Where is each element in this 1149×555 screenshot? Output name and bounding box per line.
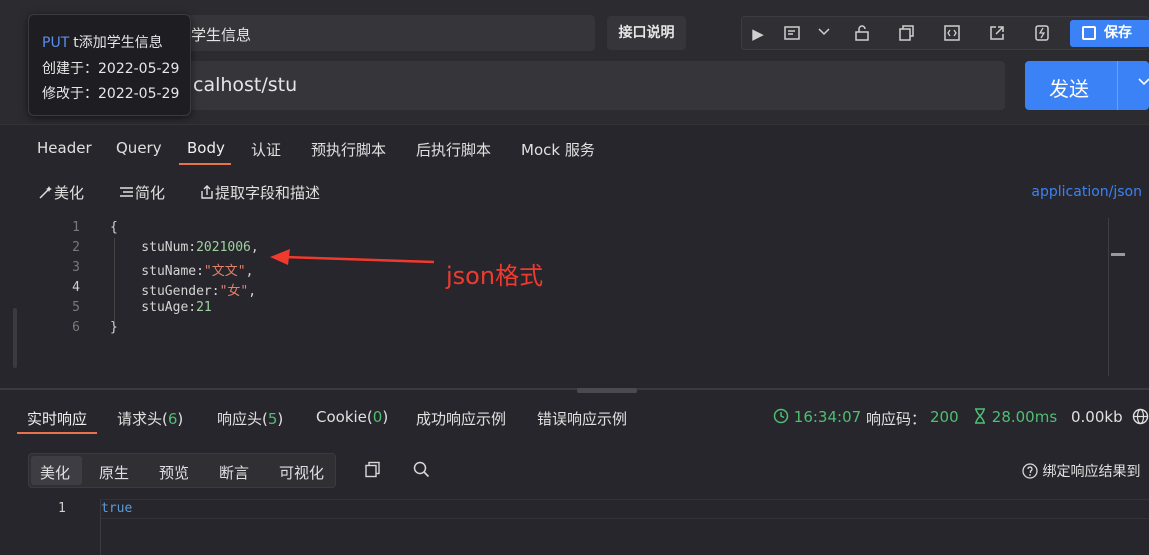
wand-icon [39,186,52,199]
view-visualize[interactable]: 可视化 [279,462,324,483]
view-preview[interactable]: 预览 [159,462,189,483]
tab-realtime-response[interactable]: 实时响应 [27,408,87,429]
content-type-link[interactable]: application/json [1031,184,1142,200]
send-label: 发送 [1049,77,1089,101]
doc-icon[interactable] [782,24,802,44]
editor-scrollbar[interactable] [1108,218,1125,376]
response-time: 16:34:07 [773,408,861,426]
active-tab-indicator [179,163,231,165]
code-line: stuNum:2021006, [110,240,259,255]
url-input[interactable]: calhost/stu [175,61,1005,110]
body-editor[interactable]: 1 2 3 4 5 6 { stuNum:2021006, stuName:"文… [0,212,1149,378]
extract-fields-button[interactable]: 提取字段和描述 [199,182,320,203]
tooltip-title: t添加学生信息 [73,35,163,51]
view-mode-bar: 美化 原生 预览 断言 可视化 [28,453,336,488]
splitter-handle[interactable] [577,388,637,393]
request-name-field[interactable]: 学生信息 [175,15,595,51]
code-line: stuName:"文文", [110,264,254,279]
view-raw[interactable]: 原生 [99,462,129,483]
code-line: { [110,220,118,235]
list-icon [120,187,133,197]
code-icon[interactable] [942,24,962,44]
save-icon [1082,26,1096,40]
response-duration: 28.00ms [973,408,1057,426]
search-icon[interactable] [413,461,430,482]
current-line-highlight [100,499,1149,519]
beautify-button[interactable]: 美化 [38,182,84,203]
tab-post-script[interactable]: 后执行脚本 [416,139,491,160]
line-number: 3 [72,260,80,275]
scrollbar-thumb[interactable] [1111,253,1125,256]
response-size: 0.00kb [1071,408,1123,426]
tooltip-created: 创建于：2022-05-29 [42,61,180,77]
request-toolbar: ▶ 保存 [741,16,1149,50]
line-number: 1 [72,220,80,235]
copy-icon[interactable] [897,24,917,44]
share-icon[interactable] [987,24,1007,44]
tab-auth[interactable]: 认证 [251,139,281,160]
simplify-label: 简化 [135,184,166,202]
tooltip-modified: 修改于：2022-05-29 [42,86,180,102]
tab-success-example[interactable]: 成功响应示例 [416,408,506,429]
tab-error-example[interactable]: 错误响应示例 [537,408,627,429]
bind-response-link[interactable]: 绑定响应结果到 [1022,461,1140,481]
active-response-tab-indicator [17,432,97,434]
view-assert[interactable]: 断言 [219,462,249,483]
tab-query[interactable]: Query [116,139,162,157]
flash-icon[interactable] [1032,24,1052,44]
panel-splitter[interactable] [0,388,1149,390]
save-button[interactable]: 保存 [1070,20,1149,47]
globe-icon[interactable] [1132,408,1149,429]
request-name-text: 学生信息 [191,26,252,44]
clock-icon [773,408,789,424]
line-number: 4 [72,280,80,295]
code-line: stuAge:21 [110,300,212,315]
tab-cookie[interactable]: Cookie(0) [316,408,388,426]
left-resize-handle[interactable] [13,308,17,368]
url-text: calhost/stu [193,74,298,96]
method-badge: PUT [42,35,70,51]
tab-header[interactable]: Header [37,139,92,157]
beautify-label: 美化 [54,184,85,202]
line-number: 1 [58,501,66,516]
body-tools: 美化 简化 提取字段和描述 application/json [0,172,1149,212]
upload-icon [201,185,213,199]
tab-response-headers[interactable]: 响应头(5) [217,408,283,429]
view-beautify[interactable]: 美化 [40,462,70,483]
chevron-down-icon[interactable] [814,24,834,44]
annotation-arrow [270,249,435,265]
save-label: 保存 [1104,25,1132,41]
api-doc-button[interactable]: 接口说明 [607,16,686,50]
request-tabs: Header Query Body 认证 预执行脚本 后执行脚本 Mock 服务 [0,124,1149,172]
line-number: 5 [72,300,80,315]
line-number: 2 [72,240,80,255]
send-divider [1117,61,1118,110]
annotation-label: json格式 [446,262,544,290]
response-tabs: 实时响应 请求头(6) 响应头(5) Cookie(0) 成功响应示例 错误响应… [0,396,1149,436]
request-header: 学生信息 接口说明 ▶ 保存 calhost/stu 发送 PUT t添加学生信… [0,0,1149,124]
code-line: stuGender:"女", [110,284,257,299]
hourglass-icon [975,408,985,424]
response-value: true [101,501,133,516]
tab-mock[interactable]: Mock 服务 [521,139,595,160]
send-button[interactable]: 发送 [1025,61,1149,110]
simplify-button[interactable]: 简化 [119,182,165,203]
tab-request-headers[interactable]: 请求头(6) [117,408,183,429]
tab-body[interactable]: Body [187,139,225,157]
unlock-icon[interactable] [852,24,872,44]
status-code-label: 响应码： [866,410,927,428]
help-icon [1022,463,1038,479]
play-icon[interactable]: ▶ [748,24,768,44]
send-chevron-icon[interactable] [1137,73,1149,94]
response-body[interactable]: 1 true [0,496,1149,555]
request-tooltip: PUT t添加学生信息 创建于：2022-05-29 修改于：2022-05-29 [28,14,191,116]
line-number: 6 [72,320,80,335]
copy-response-icon[interactable] [364,461,381,482]
tab-pre-script[interactable]: 预执行脚本 [311,139,386,160]
code-line: } [110,320,118,335]
extract-fields-label: 提取字段和描述 [215,184,321,202]
status-code: 200 [930,408,959,426]
